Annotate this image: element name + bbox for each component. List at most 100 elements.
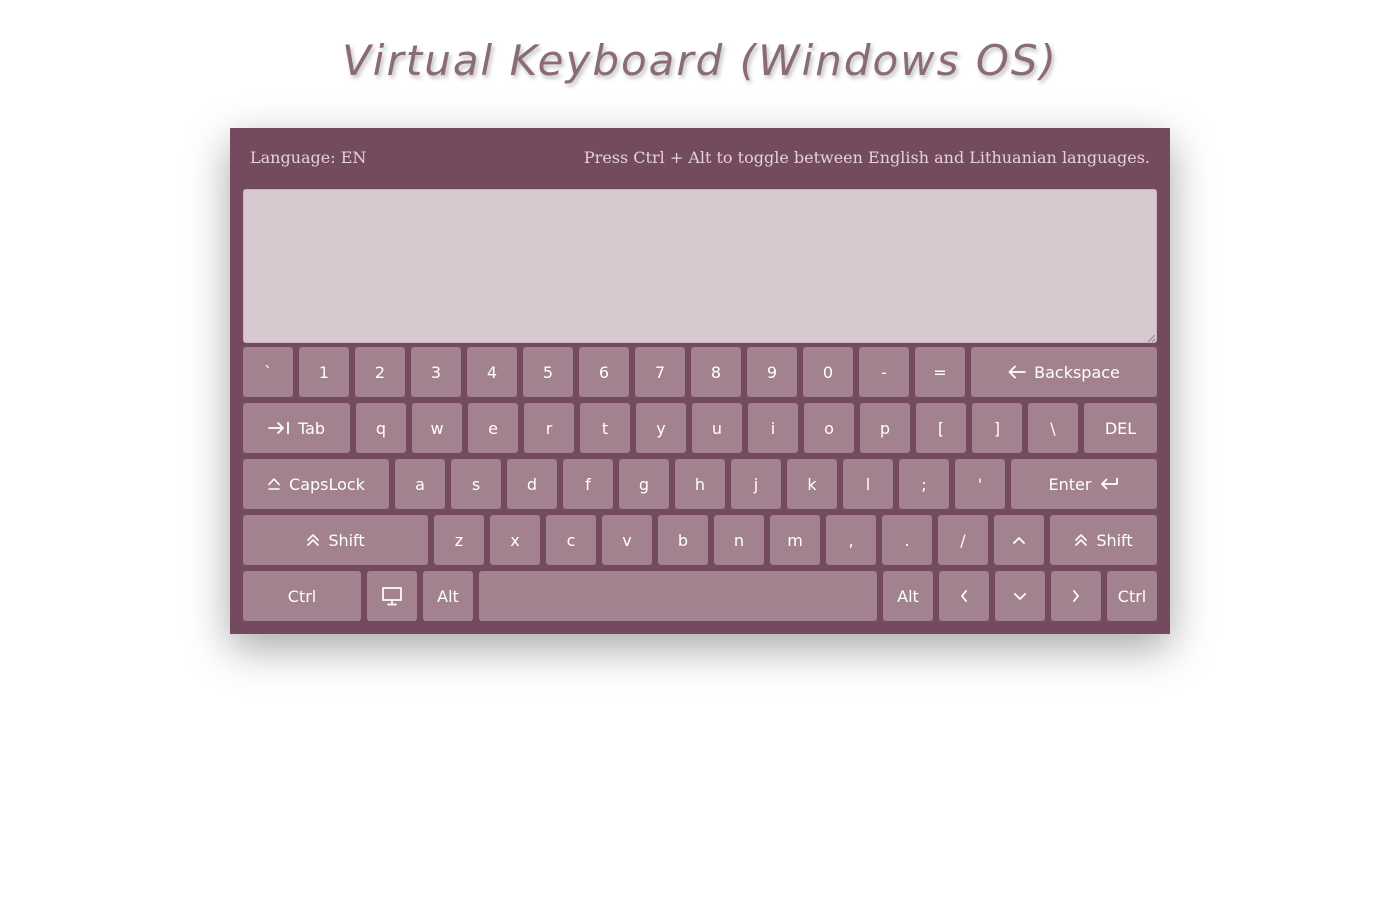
key-o[interactable]: o xyxy=(804,403,854,453)
key-label: 0 xyxy=(822,362,834,382)
key-i[interactable]: i xyxy=(748,403,798,453)
capslock-icon xyxy=(267,477,281,491)
key-arrow-down[interactable] xyxy=(995,571,1045,621)
key-f[interactable]: f xyxy=(563,459,613,509)
key-label: d xyxy=(526,474,538,494)
key-win[interactable] xyxy=(367,571,417,621)
key-enter[interactable]: Enter xyxy=(1011,459,1157,509)
key-v[interactable]: v xyxy=(602,515,652,565)
key-g[interactable]: g xyxy=(619,459,669,509)
key-label: 9 xyxy=(766,362,778,382)
key-label: ; xyxy=(921,474,927,494)
key-tab[interactable]: Tab xyxy=(243,403,350,453)
key-8[interactable]: 8 xyxy=(691,347,741,397)
key-arrow-left[interactable] xyxy=(939,571,989,621)
key-j[interactable]: j xyxy=(731,459,781,509)
key-arrow-right[interactable] xyxy=(1051,571,1101,621)
key-label: Tab xyxy=(297,418,326,438)
key-m[interactable]: m xyxy=(770,515,820,565)
key-label: a xyxy=(415,474,425,494)
key-n[interactable]: n xyxy=(714,515,764,565)
key-label: m xyxy=(787,530,803,550)
key-y[interactable]: y xyxy=(636,403,686,453)
key-period[interactable]: . xyxy=(882,515,932,565)
key-label: x xyxy=(510,530,520,550)
key-bracket-right[interactable]: ] xyxy=(972,403,1022,453)
key-0[interactable]: 0 xyxy=(803,347,853,397)
key-b[interactable]: b xyxy=(658,515,708,565)
key-label: / xyxy=(960,530,966,550)
key-space[interactable] xyxy=(479,571,877,621)
key-label: Alt xyxy=(437,586,459,606)
key-shift-right[interactable]: Shift xyxy=(1050,515,1157,565)
key-7[interactable]: 7 xyxy=(635,347,685,397)
key-backtick[interactable]: ` xyxy=(243,347,293,397)
key-row-5: Ctrl Alt Alt Ctrl xyxy=(243,571,1157,621)
chevron-left-icon xyxy=(959,589,969,603)
key-h[interactable]: h xyxy=(675,459,725,509)
key-minus[interactable]: - xyxy=(859,347,909,397)
key-del[interactable]: DEL xyxy=(1084,403,1157,453)
key-comma[interactable]: , xyxy=(826,515,876,565)
key-label: 5 xyxy=(542,362,554,382)
key-5[interactable]: 5 xyxy=(523,347,573,397)
key-alt-left[interactable]: Alt xyxy=(423,571,473,621)
key-1[interactable]: 1 xyxy=(299,347,349,397)
chevron-up-icon xyxy=(1012,535,1026,545)
key-label: n xyxy=(733,530,745,550)
resize-grip[interactable] xyxy=(1148,335,1155,342)
key-ctrl-left[interactable]: Ctrl xyxy=(243,571,361,621)
key-label: - xyxy=(881,362,887,382)
key-r[interactable]: r xyxy=(524,403,574,453)
key-9[interactable]: 9 xyxy=(747,347,797,397)
key-label: ] xyxy=(993,418,1001,438)
key-arrow-up[interactable] xyxy=(994,515,1044,565)
key-p[interactable]: p xyxy=(860,403,910,453)
key-label: ' xyxy=(977,474,983,494)
key-z[interactable]: z xyxy=(434,515,484,565)
key-6[interactable]: 6 xyxy=(579,347,629,397)
key-label: h xyxy=(694,474,706,494)
key-u[interactable]: u xyxy=(692,403,742,453)
enter-icon xyxy=(1099,477,1119,491)
shift-icon xyxy=(306,532,320,548)
key-label: o xyxy=(824,418,834,438)
key-k[interactable]: k xyxy=(787,459,837,509)
key-label: Shift xyxy=(1096,530,1133,550)
key-d[interactable]: d xyxy=(507,459,557,509)
key-ctrl-right[interactable]: Ctrl xyxy=(1107,571,1157,621)
keyboard-textarea[interactable] xyxy=(243,189,1157,343)
key-e[interactable]: e xyxy=(468,403,518,453)
key-label: 7 xyxy=(654,362,666,382)
key-semicolon[interactable]: ; xyxy=(899,459,949,509)
key-row-3: CapsLock a s d f g h j k l ; ' Enter xyxy=(243,459,1157,509)
key-bracket-left[interactable]: [ xyxy=(916,403,966,453)
key-q[interactable]: q xyxy=(356,403,406,453)
chevron-down-icon xyxy=(1013,591,1027,601)
key-capslock[interactable]: CapsLock xyxy=(243,459,389,509)
key-row-1: ` 1 2 3 4 5 6 7 8 9 0 - = Backspace xyxy=(243,347,1157,397)
key-w[interactable]: w xyxy=(412,403,462,453)
key-4[interactable]: 4 xyxy=(467,347,517,397)
key-c[interactable]: c xyxy=(546,515,596,565)
key-a[interactable]: a xyxy=(395,459,445,509)
key-t[interactable]: t xyxy=(580,403,630,453)
key-label: w xyxy=(430,418,444,438)
key-s[interactable]: s xyxy=(451,459,501,509)
key-2[interactable]: 2 xyxy=(355,347,405,397)
key-backslash[interactable]: \ xyxy=(1028,403,1078,453)
key-label: r xyxy=(545,418,553,438)
key-row-2: Tab q w e r t y u i o p [ ] \ DEL xyxy=(243,403,1157,453)
key-quote[interactable]: ' xyxy=(955,459,1005,509)
key-shift-left[interactable]: Shift xyxy=(243,515,428,565)
key-label: t xyxy=(601,418,609,438)
key-x[interactable]: x xyxy=(490,515,540,565)
key-backspace[interactable]: Backspace xyxy=(971,347,1157,397)
monitor-icon xyxy=(381,586,403,606)
key-equals[interactable]: = xyxy=(915,347,965,397)
key-l[interactable]: l xyxy=(843,459,893,509)
key-3[interactable]: 3 xyxy=(411,347,461,397)
key-alt-right[interactable]: Alt xyxy=(883,571,933,621)
key-slash[interactable]: / xyxy=(938,515,988,565)
key-label: DEL xyxy=(1104,418,1137,438)
